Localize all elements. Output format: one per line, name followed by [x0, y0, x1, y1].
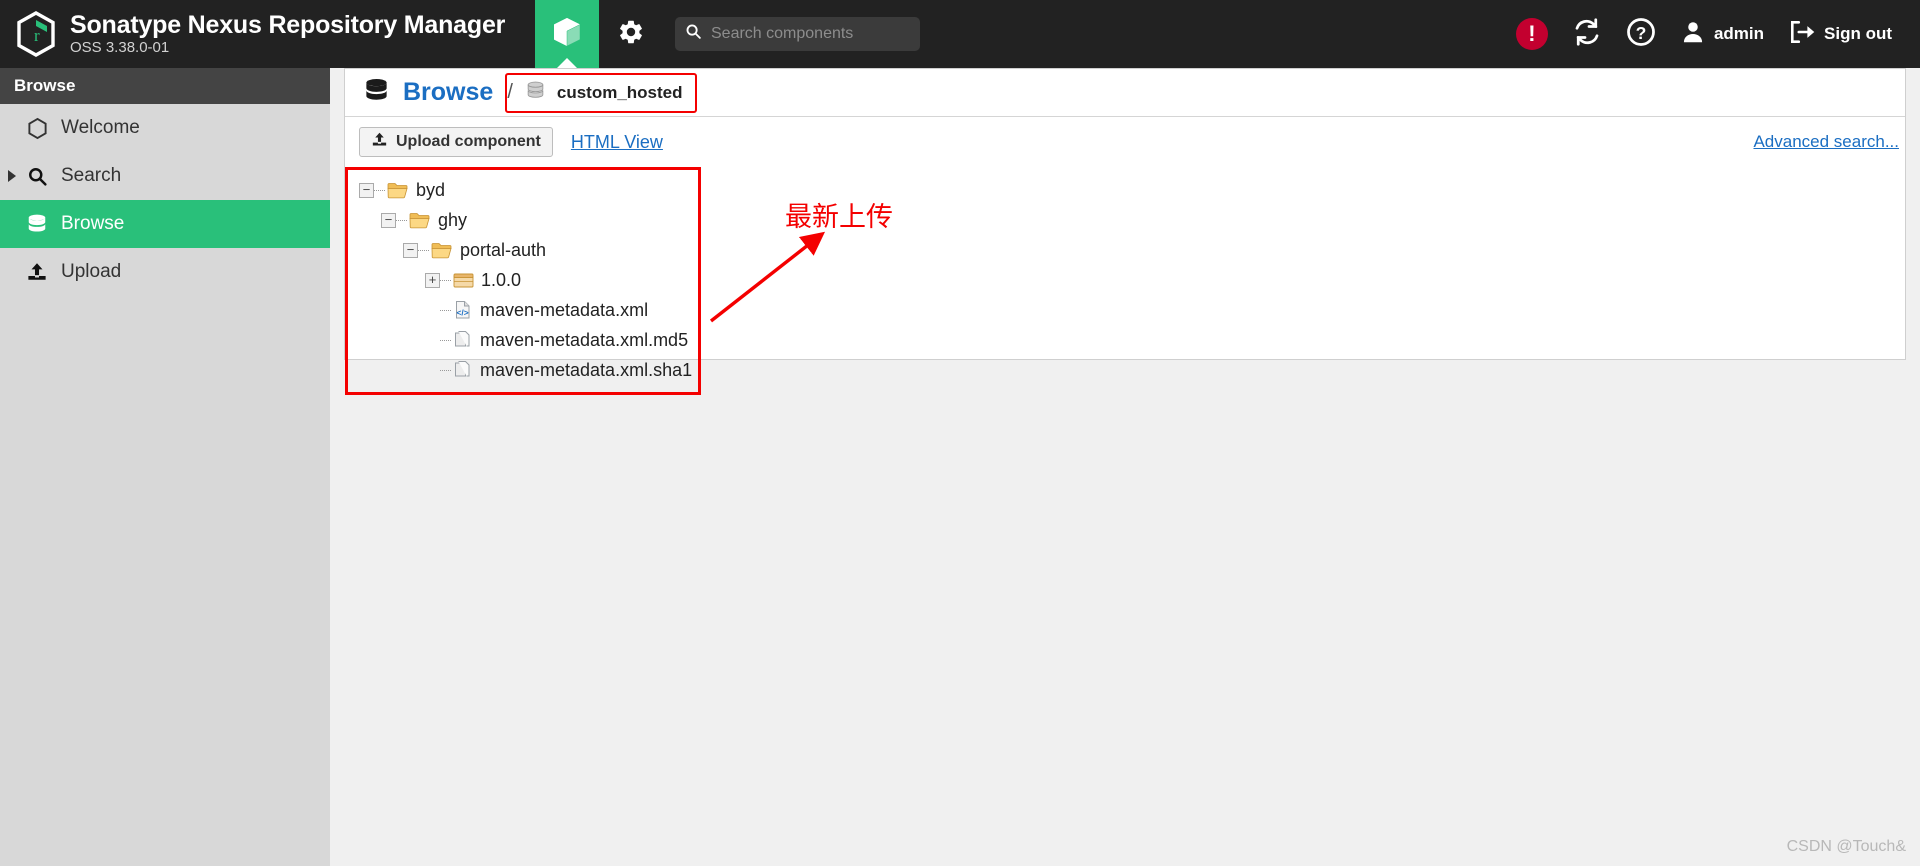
search-input[interactable]: [711, 25, 901, 43]
tree-label: maven-metadata.xml.sha1: [480, 359, 693, 380]
tree-row[interactable]: + 1.0.0: [359, 265, 1905, 295]
search-icon: [685, 23, 702, 45]
browse-panel: Browse / custom_hosted Upload component …: [344, 68, 1906, 395]
database-icon: [363, 77, 390, 109]
tree-row[interactable]: − byd: [359, 175, 1905, 205]
sidebar-item-label: Welcome: [61, 117, 140, 138]
tree-row[interactable]: − portal-auth: [359, 235, 1905, 265]
tree-connector: [374, 189, 385, 191]
svg-text:</>: </>: [457, 308, 469, 318]
tree-collapse-toggle[interactable]: −: [403, 242, 418, 258]
upload-icon: [24, 261, 50, 283]
search-icon: [24, 166, 50, 187]
tree-connector: [440, 279, 451, 281]
svg-text:r: r: [34, 26, 40, 45]
tree-label: portal-auth: [460, 239, 547, 260]
watermark: CSDN @Touch&: [1786, 838, 1906, 855]
advanced-search-link[interactable]: Advanced search...: [1753, 132, 1899, 152]
upload-component-button[interactable]: Upload component: [359, 127, 553, 157]
xml-file-icon: </>: [453, 300, 473, 320]
gear-icon: [617, 18, 645, 51]
user-name-label: admin: [1713, 24, 1765, 43]
tree-row[interactable]: maven-metadata.xml.sha1: [359, 355, 1905, 385]
brand-area: r Sonatype Nexus Repository Manager OSS …: [0, 10, 535, 58]
app-title: Sonatype Nexus Repository Manager: [70, 11, 506, 39]
tree-label: ghy: [438, 209, 468, 230]
database-icon: [24, 213, 50, 235]
tree-row[interactable]: maven-metadata.xml.md5: [359, 325, 1905, 355]
sidebar-item-welcome[interactable]: Welcome: [0, 104, 330, 152]
tree-connector: [418, 249, 429, 251]
sidebar-item-upload[interactable]: Upload: [0, 248, 330, 296]
sign-out-icon: [1788, 19, 1816, 50]
tree-label: maven-metadata.xml.md5: [480, 329, 689, 350]
upload-component-label: Upload component: [396, 133, 541, 150]
folder-open-icon: [431, 241, 453, 260]
sidebar-item-label: Browse: [61, 213, 125, 234]
sidebar: Browse Welcome Search Browse Upload: [0, 68, 330, 866]
settings-button[interactable]: [599, 0, 663, 68]
chevron-right-icon[interactable]: [8, 170, 16, 182]
copy-file-icon: [453, 360, 473, 380]
app-version: OSS 3.38.0-01: [70, 39, 170, 56]
tree-label: byd: [416, 179, 446, 200]
tree-collapse-toggle[interactable]: −: [381, 212, 396, 228]
help-question-icon: ?: [1626, 17, 1656, 52]
html-view-link[interactable]: HTML View: [571, 132, 663, 153]
panel-toolbar: Upload component HTML View Advanced sear…: [345, 117, 1905, 167]
tree-row[interactable]: </> maven-metadata.xml: [359, 295, 1905, 325]
main-content: Browse / custom_hosted Upload component …: [330, 68, 1920, 866]
alert-button[interactable]: !: [1504, 0, 1560, 68]
sidebar-item-label: Search: [61, 165, 122, 186]
component-tree: − byd − ghy − portal-auth + 1.0.0 </> ma…: [345, 167, 1905, 395]
tree-connector: [440, 339, 451, 341]
help-button[interactable]: ?: [1614, 0, 1668, 68]
sidebar-header: Browse: [0, 68, 330, 104]
package-icon: [453, 271, 474, 289]
breadcrumb-repository[interactable]: custom_hosted: [525, 80, 683, 106]
tree-connector: [440, 369, 451, 371]
sidebar-item-label: Upload: [61, 261, 122, 282]
global-search[interactable]: [675, 17, 920, 51]
breadcrumb-separator: /: [507, 81, 513, 103]
tree-connector: [396, 219, 407, 221]
tree-label: 1.0.0: [481, 269, 522, 290]
sign-out-label: Sign out: [1824, 24, 1892, 43]
sign-out-button[interactable]: Sign out: [1776, 0, 1904, 68]
repository-icon: [525, 80, 546, 106]
breadcrumb-repository-label: custom_hosted: [556, 82, 683, 102]
breadcrumb: Browse / custom_hosted: [345, 69, 1905, 117]
arrow-up-right-icon: [709, 231, 826, 323]
copy-file-icon: [453, 330, 473, 350]
breadcrumb-browse-link[interactable]: Browse: [403, 78, 493, 107]
tree-connector: [440, 309, 451, 311]
folder-open-icon: [409, 211, 431, 230]
app-header: r Sonatype Nexus Repository Manager OSS …: [0, 0, 1920, 68]
sidebar-item-search[interactable]: Search: [0, 152, 330, 200]
header-right-actions: ! ? admin Sign out: [1504, 0, 1920, 68]
sidebar-item-browse[interactable]: Browse: [0, 200, 330, 248]
cube-icon: [552, 16, 582, 53]
hexagon-icon: [24, 117, 50, 140]
tree-row[interactable]: − ghy: [359, 205, 1905, 235]
refresh-button[interactable]: [1560, 0, 1614, 68]
tree-collapse-toggle[interactable]: −: [359, 182, 374, 198]
svg-text:?: ?: [1636, 22, 1647, 42]
upload-icon: [371, 131, 388, 153]
refresh-icon: [1572, 17, 1602, 52]
alert-exclamation-icon: !: [1515, 18, 1548, 50]
folder-open-icon: [387, 181, 409, 200]
tree-label: maven-metadata.xml: [480, 299, 649, 320]
tree-expand-toggle[interactable]: +: [425, 272, 440, 288]
nexus-logo-icon: r: [14, 10, 58, 58]
browse-tab-button[interactable]: [535, 0, 599, 68]
user-menu[interactable]: admin: [1668, 0, 1776, 68]
user-avatar-icon: [1680, 19, 1706, 50]
